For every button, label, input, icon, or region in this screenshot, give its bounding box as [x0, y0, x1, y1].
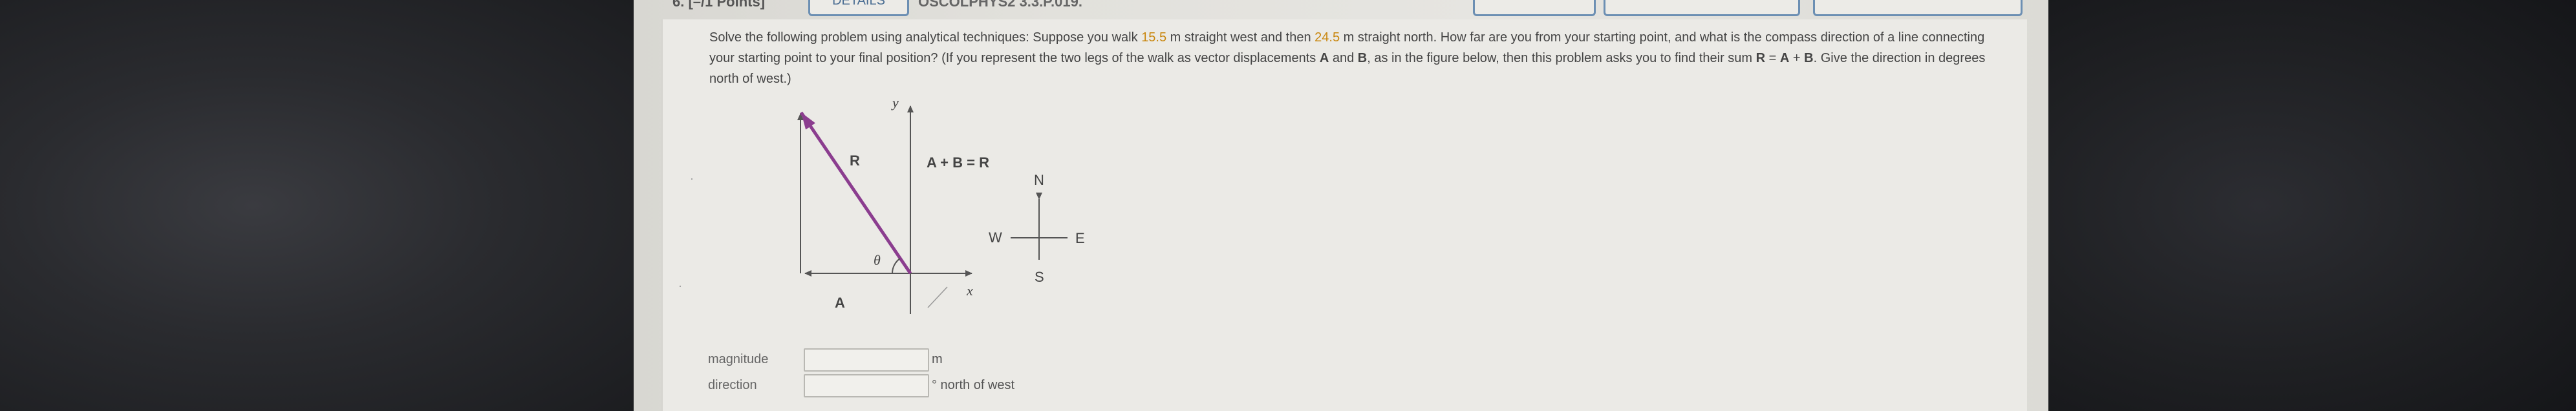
x-axis-label: x	[966, 282, 973, 299]
direction-unit: ° north of west	[932, 378, 1015, 392]
compass-rose: N S E W	[989, 172, 1085, 285]
details-label: DETAILS	[832, 0, 885, 8]
compass-south: S	[1035, 269, 1044, 285]
background-right	[2048, 0, 2576, 411]
question-number: 6. [–/1 Points]	[672, 0, 766, 10]
distance-west: 15.5	[1141, 30, 1167, 45]
background-left	[0, 0, 634, 411]
header-action-2[interactable]	[1604, 0, 1800, 16]
problem-id: OSCOLPHYS2 3.3.P.019.	[918, 0, 1082, 10]
question-header: 6. [–/1 Points] DETAILS OSCOLPHYS2 3.3.P…	[634, 0, 2048, 19]
label-a: A	[835, 295, 845, 311]
compass-east: E	[1075, 230, 1085, 246]
vector-sum-equation: A + B = R	[927, 154, 989, 171]
distance-north: 24.5	[1315, 30, 1340, 45]
question-page: 6. [–/1 Points] DETAILS OSCOLPHYS2 3.3.P…	[634, 0, 2048, 411]
stray-mark	[927, 286, 948, 308]
magnitude-input[interactable]	[804, 348, 929, 372]
magnitude-unit: m	[932, 352, 943, 366]
compass-west: W	[989, 229, 1002, 246]
direction-label: direction	[708, 378, 757, 392]
magnitude-label: magnitude	[708, 352, 769, 366]
direction-input[interactable]	[804, 374, 929, 397]
compass-north: N	[1034, 172, 1044, 188]
margin-dot: ·	[690, 172, 694, 185]
label-r: R	[850, 153, 860, 169]
vector-figure: y x B R A θ A + B = R N S E W	[797, 94, 1085, 314]
header-action-1[interactable]	[1473, 0, 1596, 16]
label-theta: θ	[874, 252, 881, 268]
margin-dot: ·	[678, 279, 682, 292]
details-button[interactable]: DETAILS	[808, 0, 909, 16]
problem-statement: Solve the following problem using analyt…	[709, 30, 1986, 86]
vector-r	[799, 111, 912, 275]
header-action-3[interactable]	[1813, 0, 2023, 16]
y-axis-label: y	[891, 94, 899, 111]
angle-arc	[891, 258, 901, 274]
question-content: · · Solve the following problem using an…	[661, 19, 2027, 411]
